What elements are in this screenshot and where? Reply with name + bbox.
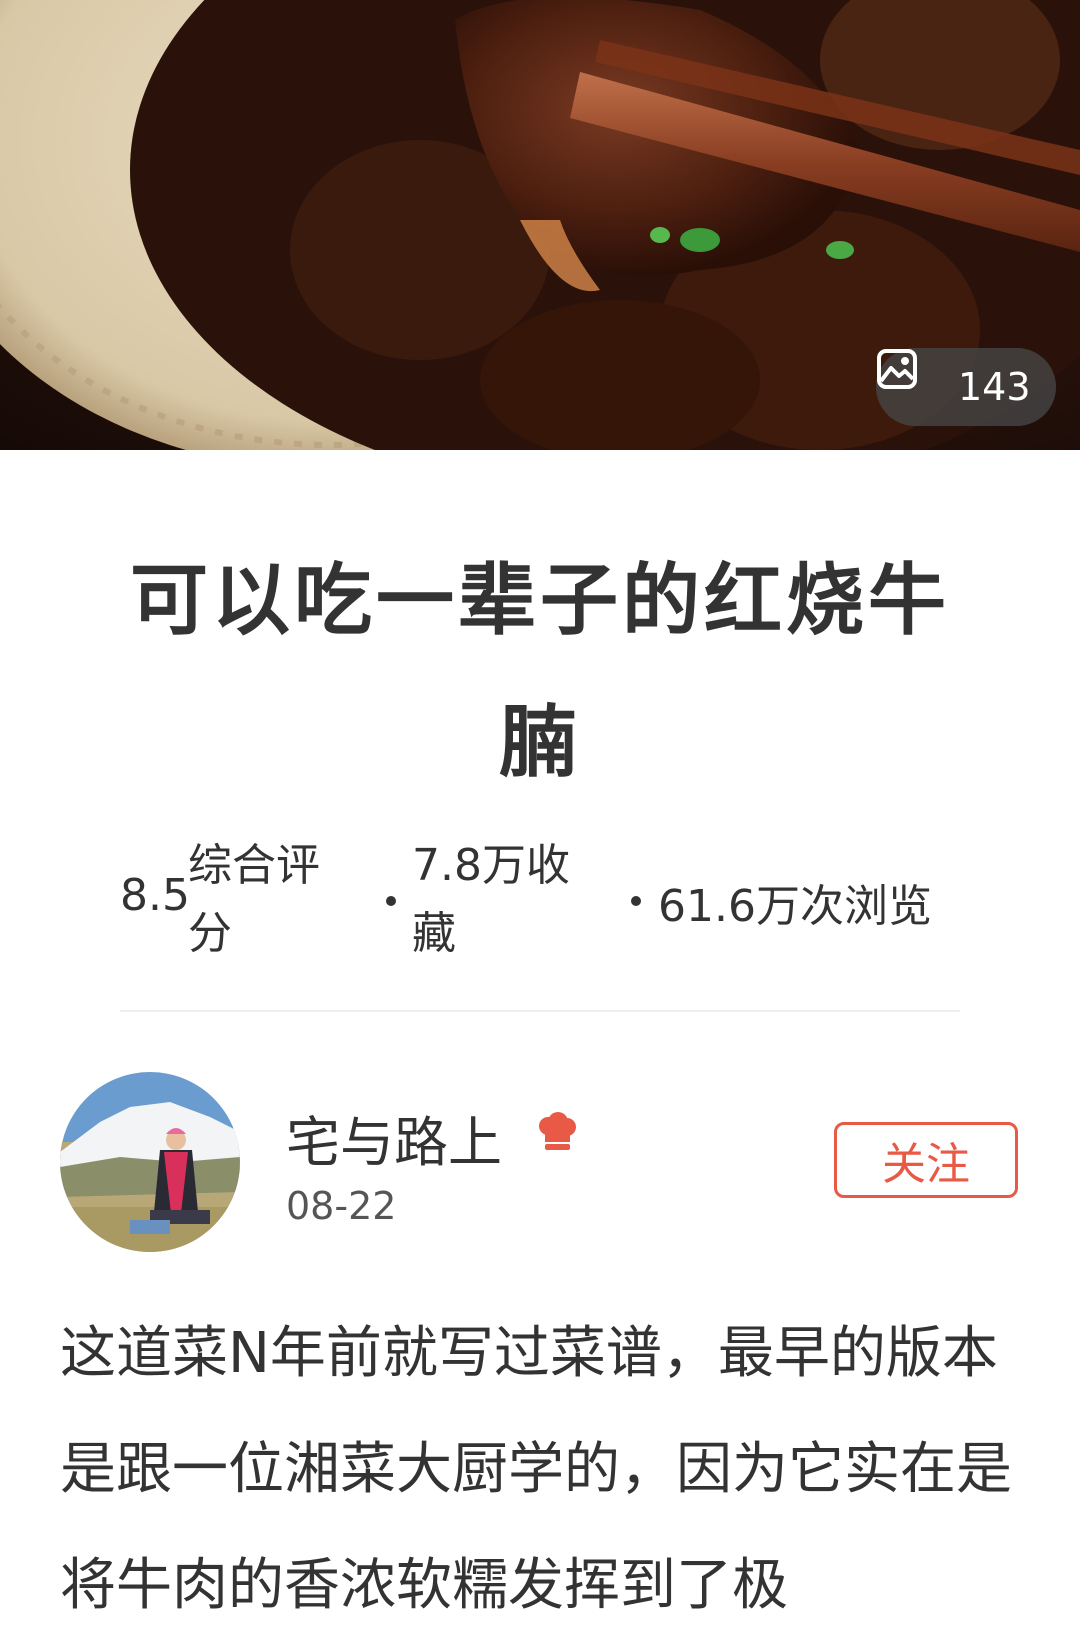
post-date: 08-22	[286, 1184, 397, 1228]
recipe-title: 可以吃一辈子的红烧牛腩	[129, 556, 950, 788]
recipe-cover-image[interactable]: 143	[0, 0, 1080, 450]
favorites-count: 7.8万收藏	[412, 840, 570, 959]
views-count: 61.6万次浏览	[658, 881, 932, 932]
stat-separator	[631, 896, 641, 906]
photo-count-badge[interactable]: 143	[876, 348, 1056, 426]
image-icon	[877, 349, 948, 408]
recipe-description: 这道菜N年前就写过菜谱，最早的版本是跟一位湘菜大厨学的，因为它实在是将牛肉的香浓…	[60, 1321, 1012, 1618]
follow-button[interactable]: 关注	[834, 1122, 1018, 1198]
rating-label: 综合评分	[188, 840, 320, 959]
author-avatar[interactable]	[60, 1072, 240, 1252]
author-name[interactable]: 宅与路上	[286, 1098, 502, 1177]
rating-score: 8.5	[120, 870, 190, 921]
stat-separator	[386, 896, 396, 906]
chef-hat-icon	[536, 1112, 578, 1156]
photo-count: 143	[958, 365, 1031, 409]
divider	[120, 1010, 960, 1012]
